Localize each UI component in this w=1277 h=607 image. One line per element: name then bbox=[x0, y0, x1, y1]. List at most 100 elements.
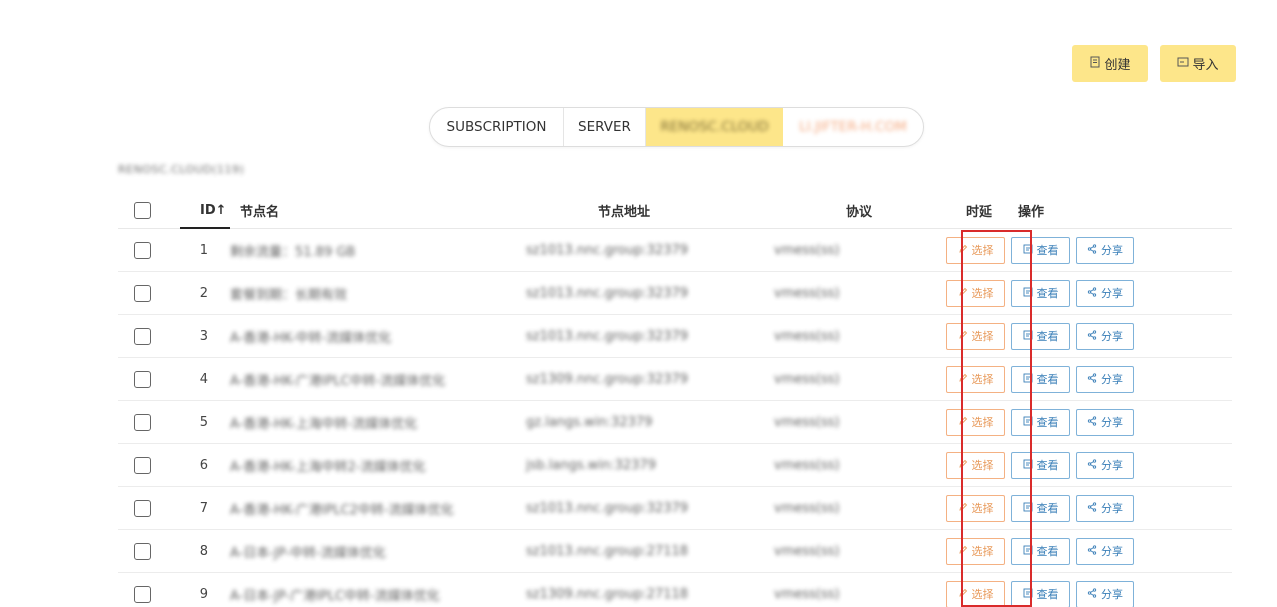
row-checkbox[interactable] bbox=[134, 585, 151, 603]
row-checkbox[interactable] bbox=[134, 241, 151, 259]
tab-domain[interactable]: LI.JIFTER-H.COM bbox=[783, 108, 923, 146]
select-button[interactable]: 选择 bbox=[946, 408, 1005, 436]
view-label: 查看 bbox=[1036, 502, 1059, 515]
row-checkbox[interactable] bbox=[134, 370, 151, 388]
view-button[interactable]: 查看 bbox=[1011, 580, 1070, 607]
node-table: ID↑ 节点名 节点地址 协议 时延 操作 1 剩余流量：51.89 GB sz10… bbox=[118, 192, 1232, 607]
view-button[interactable]: 查看 bbox=[1011, 408, 1070, 436]
view-icon bbox=[1023, 545, 1033, 558]
header-name: 节点名 bbox=[240, 204, 280, 220]
select-label: 选择 bbox=[971, 545, 994, 558]
view-icon bbox=[1023, 416, 1033, 429]
share-label: 分享 bbox=[1101, 244, 1123, 257]
share-button[interactable]: 分享 bbox=[1076, 279, 1134, 307]
select-button[interactable]: 选择 bbox=[946, 236, 1005, 264]
share-button[interactable]: 分享 bbox=[1076, 408, 1134, 436]
row-protocol: vmess(ss) bbox=[774, 543, 840, 559]
view-icon bbox=[1023, 330, 1033, 343]
select-button[interactable]: 选择 bbox=[946, 322, 1005, 350]
row-checkbox[interactable] bbox=[134, 542, 151, 560]
import-button[interactable]: 导入 bbox=[1160, 45, 1236, 82]
share-button[interactable]: 分享 bbox=[1076, 322, 1134, 350]
tab-renosc-cloud[interactable]: RENOSC.CLOUD bbox=[646, 108, 783, 146]
view-label: 查看 bbox=[1036, 416, 1059, 429]
row-checkbox[interactable] bbox=[134, 413, 151, 431]
select-button[interactable]: 选择 bbox=[946, 537, 1005, 565]
tab-subscription[interactable]: SUBSCRIPTION bbox=[430, 108, 564, 146]
pencil-icon bbox=[958, 502, 968, 515]
share-button[interactable]: 分享 bbox=[1076, 537, 1134, 565]
tab-server[interactable]: SERVER bbox=[564, 108, 646, 146]
pencil-icon bbox=[958, 287, 968, 300]
row-checkbox[interactable] bbox=[134, 327, 151, 345]
share-icon bbox=[1087, 501, 1097, 515]
row-node-name: A-香港-HK-广港IPLC中转-流媒体优化 bbox=[230, 373, 446, 389]
row-node-name: A-香港-HK-广港IPLC2中转-流媒体优化 bbox=[230, 502, 454, 518]
share-button[interactable]: 分享 bbox=[1076, 236, 1134, 264]
view-button[interactable]: 查看 bbox=[1011, 494, 1070, 522]
tab-label: RENOSC.CLOUD bbox=[660, 119, 769, 135]
row-checkbox-cell bbox=[118, 542, 168, 560]
share-button[interactable]: 分享 bbox=[1076, 494, 1134, 522]
row-ops: 选择 查看 分享 bbox=[946, 494, 1134, 522]
table-header: ID↑ 节点名 节点地址 协议 时延 操作 bbox=[118, 192, 1232, 229]
row-node-name: A-香港-HK-上海中转-流媒体优化 bbox=[230, 416, 418, 432]
row-node-name: A-日本-JP-广港IPLC中转-流媒体优化 bbox=[230, 588, 440, 604]
row-checkbox-cell bbox=[118, 370, 168, 388]
row-node-name: 剩余流量：51.89 GB bbox=[230, 244, 356, 260]
select-label: 选择 bbox=[971, 330, 994, 343]
row-node-addr: sz1309.nnc.group:27118 bbox=[526, 586, 689, 602]
create-label: 创建 bbox=[1104, 58, 1131, 73]
share-button[interactable]: 分享 bbox=[1076, 365, 1134, 393]
table-row: 3 A-香港-HK-中转-流媒体优化 sz1013.nnc.group:32379 v… bbox=[118, 315, 1232, 358]
select-button[interactable]: 选择 bbox=[946, 451, 1005, 479]
header-ops: 操作 bbox=[1018, 204, 1045, 220]
create-button[interactable]: 创建 bbox=[1072, 45, 1148, 82]
source-tabs: SUBSCRIPTION SERVER RENOSC.CLOUD LI.JIFT… bbox=[429, 107, 924, 147]
view-button[interactable]: 查看 bbox=[1011, 279, 1070, 307]
share-label: 分享 bbox=[1101, 459, 1123, 472]
select-label: 选择 bbox=[971, 373, 994, 386]
pencil-icon bbox=[958, 330, 968, 343]
row-checkbox[interactable] bbox=[134, 284, 151, 302]
select-button[interactable]: 选择 bbox=[946, 365, 1005, 393]
view-button[interactable]: 查看 bbox=[1011, 451, 1070, 479]
share-label: 分享 bbox=[1101, 545, 1123, 558]
row-ops: 选择 查看 分享 bbox=[946, 408, 1134, 436]
table-row: 6 A-香港-HK-上海中转2-流媒体优化 jsb.langs.win:32379 v… bbox=[118, 444, 1232, 487]
view-button[interactable]: 查看 bbox=[1011, 322, 1070, 350]
view-icon bbox=[1023, 502, 1033, 515]
share-label: 分享 bbox=[1101, 416, 1123, 429]
row-checkbox[interactable] bbox=[134, 499, 151, 517]
select-all-checkbox[interactable] bbox=[134, 201, 151, 219]
view-button[interactable]: 查看 bbox=[1011, 537, 1070, 565]
share-button[interactable]: 分享 bbox=[1076, 580, 1134, 607]
table-row: 7 A-香港-HK-广港IPLC2中转-流媒体优化 sz1013.nnc.group… bbox=[118, 487, 1232, 530]
section-title: RENOSC.CLOUD(119) bbox=[118, 163, 245, 176]
view-button[interactable]: 查看 bbox=[1011, 236, 1070, 264]
share-button[interactable]: 分享 bbox=[1076, 451, 1134, 479]
select-button[interactable]: 选择 bbox=[946, 494, 1005, 522]
select-button[interactable]: 选择 bbox=[946, 580, 1005, 607]
row-protocol: vmess(ss) bbox=[774, 285, 840, 301]
row-checkbox[interactable] bbox=[134, 456, 151, 474]
row-node-addr: sz1013.nnc.group:27118 bbox=[526, 543, 689, 559]
row-node-addr: sz1013.nnc.group:32379 bbox=[526, 500, 689, 516]
share-icon bbox=[1087, 372, 1097, 386]
view-button[interactable]: 查看 bbox=[1011, 365, 1070, 393]
row-checkbox-cell bbox=[118, 499, 168, 517]
row-protocol: vmess(ss) bbox=[774, 371, 840, 387]
select-label: 选择 bbox=[971, 502, 994, 515]
row-node-addr: sz1013.nnc.group:32379 bbox=[526, 328, 689, 344]
select-button[interactable]: 选择 bbox=[946, 279, 1005, 307]
view-label: 查看 bbox=[1036, 244, 1059, 257]
row-checkbox-cell bbox=[118, 241, 168, 259]
table-row: 8 A-日本-JP-中转-流媒体优化 sz1013.nnc.group:27118 v… bbox=[118, 530, 1232, 573]
row-ops: 选择 查看 分享 bbox=[946, 537, 1134, 565]
row-id: 2 bbox=[199, 285, 208, 301]
tab-label: LI.JIFTER-H.COM bbox=[799, 119, 907, 135]
table-body: 1 剩余流量：51.89 GB sz1013.nnc.group:32379 vmes… bbox=[118, 229, 1232, 607]
header-addr: 节点地址 bbox=[598, 204, 651, 220]
header-id[interactable]: ID↑ bbox=[168, 203, 240, 218]
row-checkbox-cell bbox=[118, 585, 168, 603]
